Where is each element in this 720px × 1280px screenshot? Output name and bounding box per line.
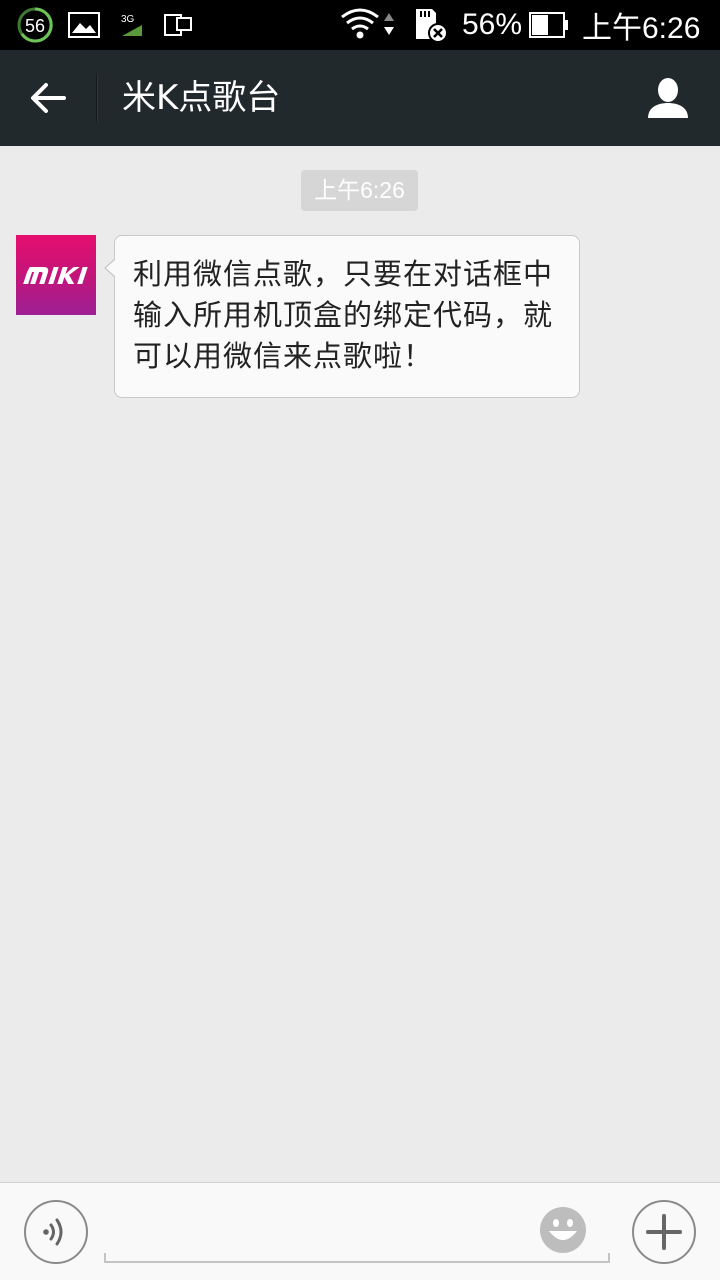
person-icon <box>648 78 688 118</box>
message-bubble[interactable]: 利用微信点歌，只要在对话框中输入所用机顶盒的绑定代码，就可以用微信来点歌啦！ <box>104 235 580 398</box>
voice-icon <box>43 1218 63 1246</box>
arrow-left-icon <box>31 83 66 113</box>
battery-percent: 56% <box>462 8 523 41</box>
status-time: 上午6:26 <box>582 12 701 45</box>
emoji-icon <box>540 1207 586 1253</box>
notification-count: 56 <box>25 16 45 36</box>
status-bar: 56 3G 56% 上午6:26 <box>0 0 720 50</box>
header: 米K点歌台 <box>0 50 720 146</box>
svg-text:3G: 3G <box>121 14 135 25</box>
miki-logo <box>23 267 88 284</box>
avatar[interactable] <box>16 235 96 315</box>
3g-icon: 3G <box>120 0 144 50</box>
page-title: 米K点歌台 <box>122 78 281 118</box>
message-input[interactable] <box>104 1197 610 1263</box>
add-attachment-button[interactable] <box>632 1200 696 1264</box>
chat-area[interactable]: 上午6:26 利用微信点歌，只要在对话框中输入所用机顶盒的绑定代码，就可以用微信… <box>0 146 720 1182</box>
emoji-button[interactable] <box>538 1205 588 1255</box>
voice-button[interactable] <box>24 1200 88 1264</box>
plus-icon <box>646 1214 682 1250</box>
notification-count-icon: 56 <box>16 0 54 50</box>
chat-timestamp: 上午6:26 <box>301 170 418 211</box>
sd-card-error-icon <box>412 0 448 50</box>
message-text: 利用微信点歌，只要在对话框中输入所用机顶盒的绑定代码，就可以用微信来点歌啦！ <box>133 257 554 373</box>
screen-cast-icon <box>164 0 194 50</box>
wifi-icon <box>340 0 396 50</box>
battery-icon <box>529 0 569 50</box>
image-icon <box>68 0 100 50</box>
input-bar <box>0 1182 720 1280</box>
back-button[interactable] <box>18 68 78 128</box>
header-divider <box>96 74 98 122</box>
profile-button[interactable] <box>640 70 696 126</box>
